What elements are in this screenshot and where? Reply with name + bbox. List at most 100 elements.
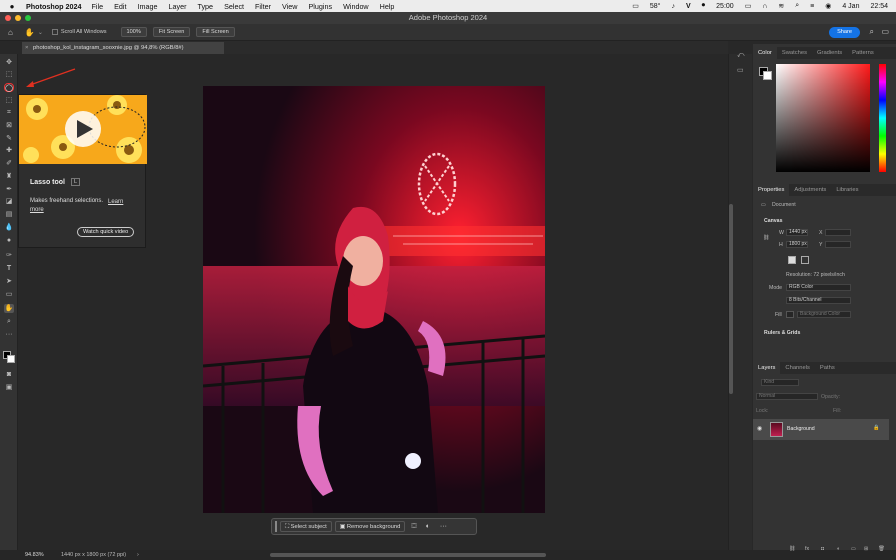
blur-tool-icon[interactable]: 💧	[4, 223, 14, 232]
height-field[interactable]: 1800 px	[786, 241, 808, 248]
portrait-orientation-button[interactable]	[788, 256, 796, 264]
control-center-icon[interactable]: ≡	[810, 3, 814, 10]
menu-filter[interactable]: Filter	[255, 2, 271, 11]
brush-tool-icon[interactable]: ✐	[4, 159, 14, 168]
apple-icon[interactable]: ●	[6, 2, 18, 11]
date-text[interactable]: 4 Jan	[842, 3, 859, 10]
tab-paths[interactable]: Paths	[815, 362, 840, 374]
menu-layer[interactable]: Layer	[168, 2, 186, 11]
link-layers-icon[interactable]: ⛓	[789, 546, 796, 552]
screen-mode-icon[interactable]: ▣	[4, 383, 14, 392]
menu-image[interactable]: Image	[138, 2, 158, 11]
close-tab-icon[interactable]: ×	[25, 42, 28, 54]
lasso-tool-icon[interactable]: ◯	[4, 83, 14, 92]
menu-file[interactable]: File	[92, 2, 104, 11]
color-picker-field[interactable]	[776, 64, 870, 172]
recording-icon[interactable]: ⏺	[702, 2, 706, 10]
eyedropper-tool-icon[interactable]: ✎	[4, 134, 14, 143]
menu-view[interactable]: View	[282, 2, 297, 11]
new-group-icon[interactable]: ▭	[851, 546, 856, 552]
clone-stamp-tool-icon[interactable]: ♜	[4, 172, 14, 181]
tab-gradients[interactable]: Gradients	[812, 47, 847, 59]
marquee-tool-icon[interactable]: ⬚	[4, 70, 14, 79]
document-tab[interactable]: × photoshop_kol_instagram_sooxnie.jpg @ …	[22, 42, 224, 54]
blend-mode-select[interactable]: Normal	[756, 393, 818, 400]
chevron-down-icon[interactable]: ⌄	[38, 29, 43, 36]
remove-background-button[interactable]: ▣ Remove background	[334, 521, 406, 532]
pen-tool-icon[interactable]: ✑	[4, 251, 14, 260]
rectangle-tool-icon[interactable]: ▭	[4, 290, 14, 299]
zoom-level[interactable]: 94.83%	[25, 550, 44, 560]
minimize-window-button[interactable]	[15, 15, 21, 21]
dodge-tool-icon[interactable]: ●	[4, 236, 14, 245]
move-tool-icon[interactable]: ✥	[4, 58, 14, 67]
document-info[interactable]: 1440 px x 1800 px (72 ppi)	[61, 550, 126, 560]
y-field[interactable]	[825, 241, 851, 248]
learn-more-link[interactable]: Learn more	[30, 198, 138, 214]
search-icon[interactable]: ⌕	[870, 27, 874, 37]
fit-screen-button[interactable]: Fit Screen	[152, 27, 191, 37]
landscape-orientation-button[interactable]	[801, 256, 809, 264]
wifi-icon[interactable]: ≋	[778, 2, 784, 10]
menu-help[interactable]: Help	[380, 2, 395, 11]
visibility-eye-icon[interactable]: ◉	[757, 425, 762, 432]
v-icon[interactable]: V	[686, 3, 691, 10]
info-chevron-icon[interactable]: ›	[137, 550, 139, 560]
menu-window[interactable]: Window	[343, 2, 369, 11]
menu-type[interactable]: Type	[197, 2, 213, 11]
clock-text[interactable]: 22:54	[870, 3, 888, 10]
new-adjustment-icon[interactable]: ◐	[837, 546, 840, 552]
canvas-section-title[interactable]: Canvas	[764, 218, 782, 224]
fill-select[interactable]: Background Color	[797, 311, 851, 318]
zoom-window-button[interactable]	[25, 15, 31, 21]
search-icon[interactable]: ⌕	[795, 2, 799, 10]
hand-tool-icon[interactable]: ✋	[4, 304, 14, 313]
color-bg-swatch[interactable]	[763, 71, 772, 80]
crop-tool-icon[interactable]: ⌗	[4, 108, 14, 117]
tab-adjustments[interactable]: Adjustments	[789, 184, 831, 196]
tab-color[interactable]: Color	[753, 47, 777, 59]
tab-libraries[interactable]: Libraries	[831, 184, 863, 196]
history-brush-tool-icon[interactable]: ✒	[4, 185, 14, 194]
menu-select[interactable]: Select	[224, 2, 244, 11]
more-options-icon[interactable]: ···	[440, 523, 447, 530]
tab-channels[interactable]: Channels	[780, 362, 815, 374]
battery-icon[interactable]: ▭	[745, 2, 752, 10]
frame-tool-icon[interactable]: ⊠	[4, 121, 14, 130]
more-tools-icon[interactable]: ···	[4, 330, 14, 339]
fill-color-swatch[interactable]	[786, 311, 794, 318]
timer-text[interactable]: 25:00	[716, 3, 734, 10]
bit-depth-select[interactable]: 8 Bits/Channel	[786, 297, 851, 304]
siri-icon[interactable]: ◉	[825, 2, 831, 10]
workspace-icon[interactable]: ▭	[881, 27, 889, 36]
tooltip-video-preview[interactable]	[19, 95, 147, 164]
scroll-all-checkbox[interactable]	[51, 29, 58, 35]
adjustment-icon[interactable]: ◐	[426, 523, 430, 530]
weather-temp[interactable]: 58°	[650, 3, 661, 10]
layer-kind-filter[interactable]: Kind	[761, 379, 799, 386]
x-field[interactable]	[825, 229, 851, 236]
history-panel-icon[interactable]: ⤺	[737, 52, 744, 60]
tab-swatches[interactable]: Swatches	[777, 47, 812, 59]
vertical-scrollbar[interactable]	[729, 204, 733, 394]
home-icon[interactable]: ⌂	[8, 28, 13, 37]
tab-patterns[interactable]: Patterns	[847, 47, 879, 59]
type-tool-icon[interactable]: T	[4, 264, 14, 273]
layer-row[interactable]: ◉ Background 🔒	[753, 419, 889, 440]
add-mask-icon[interactable]: ◘	[821, 546, 824, 552]
add-style-icon[interactable]: fx	[805, 546, 809, 552]
display-icon[interactable]: ▭	[632, 2, 639, 10]
eraser-tool-icon[interactable]: ◪	[4, 197, 14, 206]
zoom-100-button[interactable]: 100%	[120, 27, 147, 37]
app-name-menu[interactable]: Photoshop 2024	[26, 2, 82, 11]
select-subject-button[interactable]: ⛶ Select subject	[280, 521, 332, 532]
delete-layer-icon[interactable]: 🗑	[878, 546, 885, 552]
new-layer-icon[interactable]: ⊞	[864, 546, 868, 552]
tab-properties[interactable]: Properties	[753, 184, 790, 196]
fill-screen-button[interactable]: Fill Screen	[196, 27, 235, 37]
hand-tool-preset-icon[interactable]: ✋	[25, 28, 35, 37]
layer-lock-icon[interactable]: 🔒	[873, 425, 879, 431]
document-canvas-image[interactable]	[203, 86, 545, 513]
close-window-button[interactable]	[5, 15, 11, 21]
drag-handle[interactable]	[275, 521, 277, 532]
